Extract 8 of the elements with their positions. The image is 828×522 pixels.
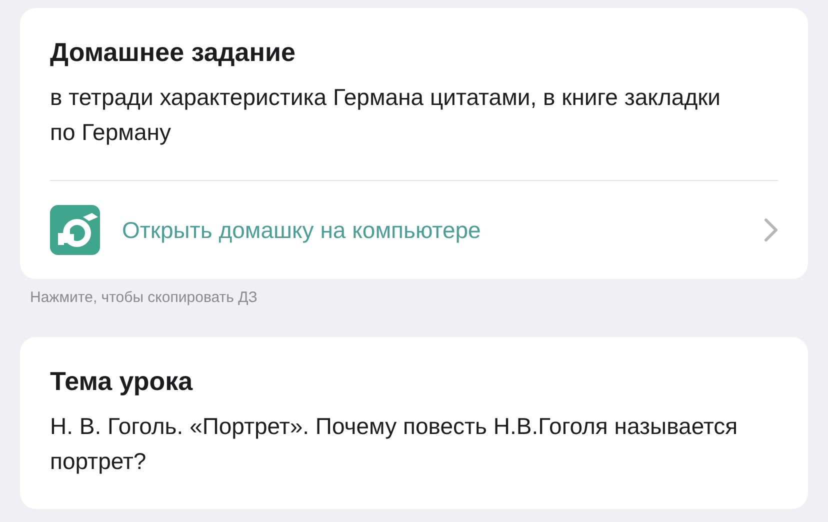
section-title: Домашнее задание — [50, 36, 296, 69]
open-homework-link[interactable]: Открыть домашку на компьютере — [50, 180, 778, 279]
homework-text: в тетради характеристика Германа цитатами, в книге закладки по Герману — [50, 82, 722, 147]
chevron-right-icon — [764, 218, 778, 242]
copy-hint: Нажмите, чтобы скопировать ДЗ — [30, 288, 258, 307]
section-title: Тема урока — [50, 364, 194, 398]
app-logo-icon — [50, 204, 100, 255]
lesson-topic-text: Н. В. Гоголь. «Портрет». Почему повесть Н.В.Гоголя называется портрет? — [50, 412, 739, 476]
